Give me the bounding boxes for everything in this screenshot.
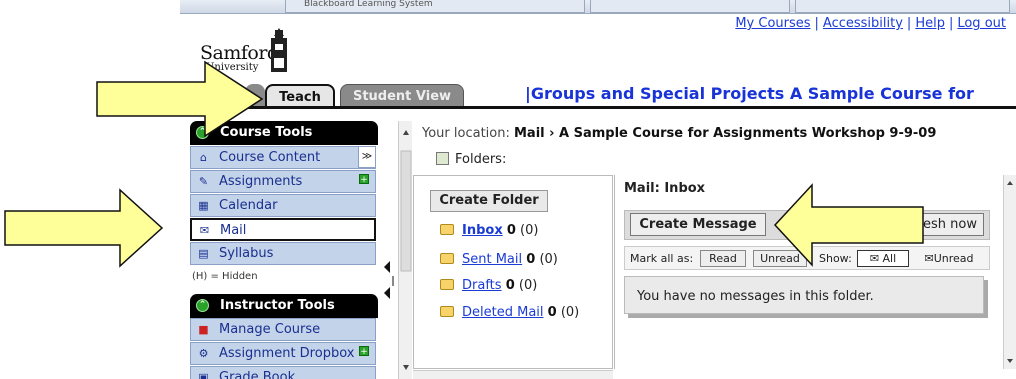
annotation-arrows (4, 60, 924, 268)
arrow-to-mail-icon (4, 188, 164, 268)
arrow-to-create-message-icon (773, 183, 924, 267)
arrow-to-teach-tab-icon (96, 60, 264, 138)
